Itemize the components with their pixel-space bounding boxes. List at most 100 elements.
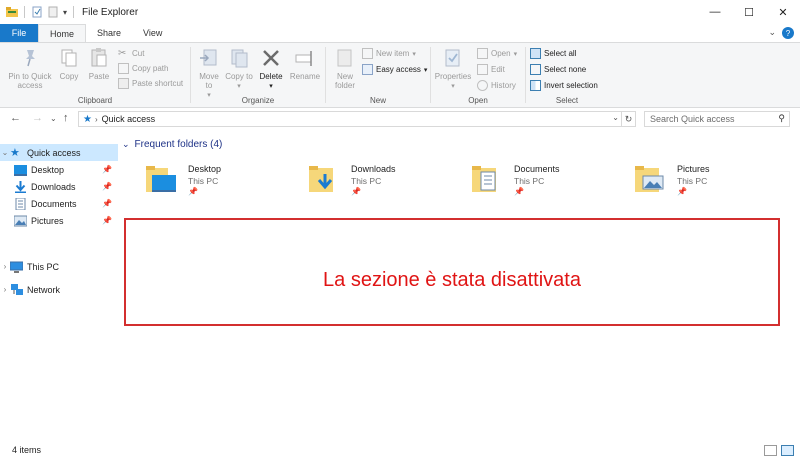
nav-label: This PC	[27, 261, 60, 272]
forward-arrow-icon[interactable]: →	[32, 112, 43, 124]
nav-label: Documents	[31, 198, 77, 209]
delete-x-icon	[263, 50, 279, 66]
tab-view[interactable]: View	[132, 24, 173, 42]
collapse-chevron-icon[interactable]: ⌄	[0, 148, 10, 157]
new-group: New folder New item ▾ Easy access ▾ New	[326, 43, 430, 107]
move-to-icon	[200, 49, 217, 66]
organize-group: Move to ▾ Copy to ▾ Delete ▾ Rename Organiz…	[191, 43, 325, 107]
breadcrumb-quick-access[interactable]: Quick access	[102, 114, 156, 124]
nav-label: Network	[27, 284, 61, 295]
easy-access-button[interactable]: Easy access ▾	[362, 64, 427, 75]
large-icons-view-icon[interactable]	[781, 445, 794, 456]
tab-share[interactable]: Share	[86, 24, 132, 42]
maximize-button[interactable]: ☐	[732, 0, 766, 24]
properties-quick-icon[interactable]	[31, 6, 43, 18]
search-icon[interactable]: ⚲	[778, 113, 785, 124]
folder-tile-downloads[interactable]: Downloads This PC 📌	[309, 162, 459, 206]
clipboard-group-label: Clipboard	[77, 96, 113, 105]
nav-label: Downloads	[31, 181, 76, 192]
nav-pictures[interactable]: Pictures 📌	[0, 212, 118, 229]
view-switcher	[764, 445, 794, 456]
properties-button[interactable]: Properties ▾	[433, 47, 473, 91]
help-icon[interactable]: ?	[782, 27, 794, 39]
tab-file[interactable]: File	[0, 24, 38, 42]
folder-name: Pictures	[677, 164, 710, 174]
disabled-section-message: La sezione è stata disattivata	[323, 268, 581, 291]
refresh-icon[interactable]: ↻	[621, 112, 635, 126]
select-none-icon	[530, 64, 541, 75]
paste-button[interactable]: Paste	[86, 47, 112, 81]
star-icon: ★	[83, 113, 92, 125]
up-arrow-icon[interactable]: ↑	[63, 112, 69, 124]
customize-qat-icon[interactable]: ▾	[63, 8, 67, 17]
select-all-button[interactable]: Select all	[530, 48, 576, 59]
collapse-ribbon-icon[interactable]: ⌄	[768, 27, 776, 38]
open-icon	[477, 48, 488, 59]
new-folder-quick-icon[interactable]	[47, 6, 59, 18]
select-none-button[interactable]: Select none	[530, 64, 586, 75]
edit-button[interactable]: Edit	[477, 64, 505, 75]
documents-folder-icon	[472, 166, 496, 192]
history-button[interactable]: History	[477, 80, 516, 91]
paste-shortcut-icon	[118, 78, 129, 89]
new-group-label: New	[369, 96, 386, 105]
invert-selection-button[interactable]: Invert selection	[530, 80, 598, 91]
pin-label: Pin to Quick access	[8, 72, 52, 90]
rename-button[interactable]: Rename	[289, 47, 321, 81]
nav-quick-access[interactable]: ⌄ ★ Quick access	[0, 144, 118, 161]
expand-chevron-icon[interactable]: ›	[0, 262, 10, 271]
computer-icon	[10, 261, 23, 273]
select-all-icon	[530, 48, 541, 59]
pictures-folder-icon	[635, 166, 664, 192]
nav-desktop[interactable]: Desktop 📌	[0, 161, 118, 178]
pin-icon: 📌	[188, 187, 198, 196]
paste-shortcut-button[interactable]: Paste shortcut	[118, 78, 183, 89]
folder-tile-documents[interactable]: Documents This PC 📌	[472, 162, 622, 206]
open-label: Open	[491, 49, 511, 58]
edit-icon	[477, 64, 488, 75]
tab-home[interactable]: Home	[38, 24, 87, 42]
expand-chevron-icon[interactable]: ›	[0, 285, 10, 294]
edit-label: Edit	[491, 65, 505, 74]
pin-quick-access-button[interactable]: Pin to Quick access	[4, 47, 56, 90]
pin-icon: 📌	[677, 187, 687, 196]
new-item-button[interactable]: New item ▾	[362, 48, 416, 59]
chevron-down-icon[interactable]: ⌄	[122, 139, 130, 150]
open-group-label: Open	[468, 96, 488, 105]
breadcrumb-separator-icon[interactable]: ›	[95, 115, 98, 124]
content-area: ⌄ Frequent folders (4) Desktop This PC 📌…	[118, 134, 800, 440]
details-view-icon[interactable]	[764, 445, 777, 456]
recent-locations-icon[interactable]: ⌄	[50, 114, 57, 123]
delete-button[interactable]: Delete ▾	[257, 47, 285, 91]
open-button[interactable]: Open ▾	[477, 48, 517, 59]
folder-location: This PC	[514, 176, 545, 186]
back-arrow-icon[interactable]: ←	[10, 112, 21, 124]
folder-tile-desktop[interactable]: Desktop This PC 📌	[146, 162, 296, 206]
copy-path-button[interactable]: Copy path	[118, 63, 168, 74]
search-input[interactable]: Search Quick access ⚲	[644, 111, 790, 127]
disabled-section-overlay: La sezione è stata disattivata	[124, 218, 780, 326]
copy-to-button[interactable]: Copy to ▾	[225, 47, 253, 91]
rename-label: Rename	[289, 72, 321, 81]
easy-access-label: Easy access	[376, 65, 421, 74]
move-to-button[interactable]: Move to ▾	[195, 47, 223, 100]
new-item-icon	[362, 48, 373, 59]
minimize-button[interactable]: —	[698, 0, 732, 24]
close-button[interactable]: ✕	[766, 0, 800, 24]
address-bar[interactable]: ★ › Quick access ⌄ ↻	[78, 111, 636, 127]
copy-to-icon	[231, 49, 248, 68]
properties-label: Properties	[434, 72, 472, 81]
nav-documents[interactable]: Documents 📌	[0, 195, 118, 212]
nav-this-pc[interactable]: › This PC	[0, 258, 118, 275]
folder-name: Documents	[514, 164, 560, 174]
cut-button[interactable]: ✂ Cut	[118, 48, 144, 59]
address-dropdown-icon[interactable]: ⌄	[612, 113, 619, 122]
frequent-folders-header[interactable]: ⌄ Frequent folders (4)	[122, 139, 222, 150]
new-folder-button[interactable]: New folder	[330, 47, 360, 90]
content-scrollbar[interactable]	[792, 134, 800, 440]
folder-tile-pictures[interactable]: Pictures This PC 📌	[635, 162, 785, 206]
copy-button[interactable]: Copy	[56, 47, 82, 81]
nav-network[interactable]: › Network	[0, 281, 118, 298]
downloads-folder-icon	[309, 166, 333, 192]
nav-downloads[interactable]: Downloads 📌	[0, 178, 118, 195]
